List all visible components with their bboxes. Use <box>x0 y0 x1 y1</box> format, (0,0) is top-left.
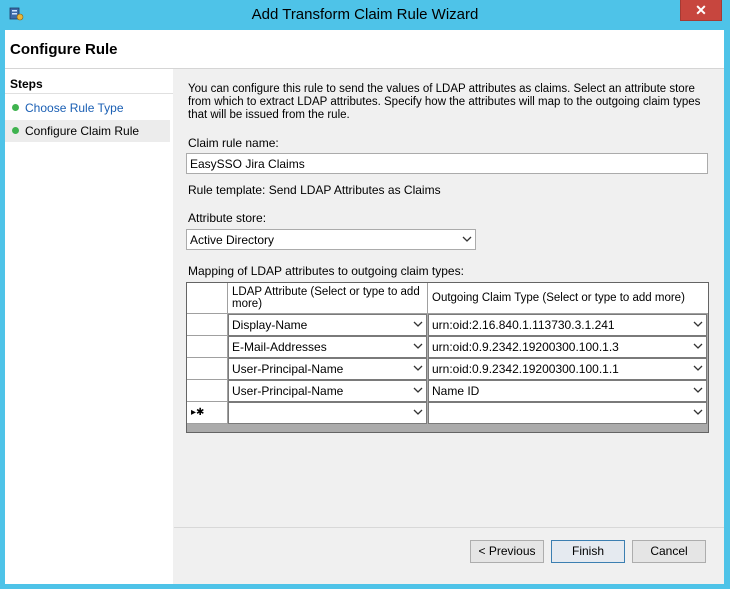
previous-button[interactable]: < Previous <box>470 540 544 563</box>
outgoing-claim-type-select[interactable]: urn:oid:0.9.2342.19200300.100.1.3 <box>428 336 707 358</box>
outgoing-claim-type-column-header[interactable]: Outgoing Claim Type (Select or type to a… <box>428 283 708 314</box>
steps-divider <box>5 93 173 94</box>
ldap-attribute-column-label: LDAP Attribute (Select or type to add mo… <box>232 286 420 310</box>
steps-panel: Steps Choose Rule Type Configure Claim R… <box>5 69 173 584</box>
ldap-attribute-value: Display-Name <box>232 318 308 332</box>
claim-rule-name-label: Claim rule name: <box>188 136 279 150</box>
footer-divider <box>174 527 724 528</box>
mapping-grid: LDAP Attribute (Select or type to add mo… <box>186 282 709 433</box>
row-header[interactable] <box>187 336 228 358</box>
cancel-button[interactable]: Cancel <box>632 540 706 563</box>
attribute-store-value: Active Directory <box>190 233 275 247</box>
wizard-window: Add Transform Claim Rule Wizard ✕ Config… <box>0 0 730 589</box>
steps-title: Steps <box>10 77 43 91</box>
chevron-down-icon <box>693 343 703 349</box>
outgoing-claim-type-select[interactable]: Name ID <box>428 380 707 402</box>
new-ldap-attribute-select[interactable] <box>228 402 427 424</box>
claim-type-value: urn:oid:0.9.2342.19200300.100.1.3 <box>432 340 619 354</box>
step-status-dot-icon <box>12 127 19 134</box>
ldap-attribute-select[interactable]: E-Mail-Addresses <box>228 336 427 358</box>
row-header[interactable] <box>187 358 228 380</box>
outgoing-claim-type-select[interactable]: urn:oid:0.9.2342.19200300.100.1.1 <box>428 358 707 380</box>
chevron-down-icon <box>693 365 703 371</box>
claim-rule-name-value: EasySSO Jira Claims <box>190 157 305 171</box>
chevron-down-icon <box>413 343 423 349</box>
ldap-attribute-column-header[interactable]: LDAP Attribute (Select or type to add mo… <box>228 283 428 314</box>
finish-button[interactable]: Finish <box>551 540 625 563</box>
claim-type-value: urn:oid:2.16.840.1.113730.3.1.241 <box>432 318 615 332</box>
chevron-down-icon <box>413 321 423 327</box>
mapping-label: Mapping of LDAP attributes to outgoing c… <box>188 264 464 278</box>
chevron-down-icon <box>413 387 423 393</box>
attribute-store-select[interactable]: Active Directory <box>186 229 476 250</box>
chevron-down-icon <box>693 409 703 415</box>
step-configure-claim-rule: Configure Claim Rule <box>5 120 170 142</box>
chevron-down-icon <box>413 365 423 371</box>
close-icon: ✕ <box>695 2 707 18</box>
row-header[interactable] <box>187 314 228 336</box>
ldap-attribute-select[interactable]: Display-Name <box>228 314 427 336</box>
wizard-client: Configure Rule Steps Choose Rule Type Co… <box>5 30 724 584</box>
claim-type-value: urn:oid:0.9.2342.19200300.100.1.1 <box>432 362 619 376</box>
description-text: You can configure this rule to send the … <box>188 83 701 121</box>
page-header: Configure Rule <box>5 30 724 69</box>
new-row-header[interactable]: ▸✱ <box>187 402 228 424</box>
grid-corner-header <box>187 283 228 314</box>
close-button[interactable]: ✕ <box>680 0 722 21</box>
chevron-down-icon <box>413 409 423 415</box>
ldap-attribute-select[interactable]: User-Principal-Name <box>228 358 427 380</box>
step-status-dot-icon <box>12 104 19 111</box>
new-outgoing-claim-type-select[interactable] <box>428 402 707 424</box>
outgoing-claim-type-column-label: Outgoing Claim Type (Select or type to a… <box>432 292 685 304</box>
attribute-store-label: Attribute store: <box>188 211 267 225</box>
chevron-down-icon <box>693 387 703 393</box>
rule-template-label: Rule template: Send LDAP Attributes as C… <box>188 183 441 197</box>
step-label: Choose Rule Type <box>25 101 124 115</box>
ldap-attribute-value: User-Principal-Name <box>232 362 344 376</box>
outgoing-claim-type-select[interactable]: urn:oid:2.16.840.1.113730.3.1.241 <box>428 314 707 336</box>
claim-type-value: Name ID <box>432 384 480 398</box>
page-title: Configure Rule <box>10 41 118 58</box>
step-label: Configure Claim Rule <box>25 124 140 138</box>
claim-rule-name-input[interactable]: EasySSO Jira Claims <box>186 153 708 174</box>
chevron-down-icon <box>693 321 703 327</box>
ldap-attribute-value: E-Mail-Addresses <box>232 340 327 354</box>
row-header[interactable] <box>187 380 228 402</box>
chevron-down-icon <box>462 236 472 242</box>
content-panel: You can configure this rule to send the … <box>174 69 724 584</box>
window-title: Add Transform Claim Rule Wizard <box>251 6 479 23</box>
title-bar[interactable]: Add Transform Claim Rule Wizard ✕ <box>0 0 730 30</box>
new-row-icon: ▸✱ <box>191 407 205 418</box>
ldap-attribute-select[interactable]: User-Principal-Name <box>228 380 427 402</box>
step-choose-rule-type[interactable]: Choose Rule Type <box>5 97 170 119</box>
ldap-attribute-value: User-Principal-Name <box>232 384 344 398</box>
